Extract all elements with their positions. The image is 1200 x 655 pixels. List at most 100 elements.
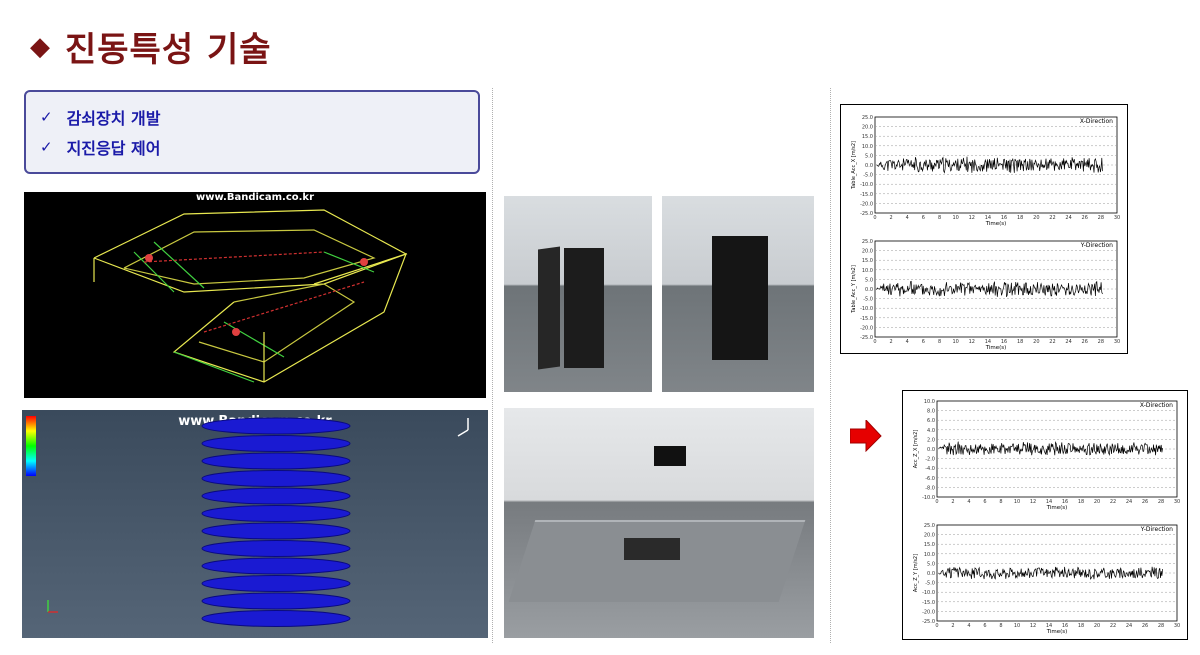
x-tick-label: 8 (938, 339, 941, 345)
shake-table-photo-platform (504, 408, 814, 638)
y-tick-label: 0.0 (927, 571, 935, 577)
x-tick-label: 18 (1078, 623, 1084, 629)
y-tick-label: -10.0 (860, 182, 873, 188)
chart-title: X-Direction (1080, 118, 1113, 125)
x-tick-label: 4 (967, 499, 970, 505)
x-tick-label: 2 (951, 499, 954, 505)
x-tick-label: 22 (1110, 623, 1116, 629)
y-tick-label: 20.0 (862, 125, 873, 131)
x-tick-label: 6 (922, 339, 925, 345)
series-line (876, 156, 1103, 174)
y-tick-label: 2.0 (927, 437, 935, 443)
x-tick-label: 10 (952, 339, 958, 345)
response-acceleration-charts: 10.0 8.0 6.0 4.0 2.0 0.0 -2.0 -4.0 -6.0 -8.0 -10.0… (902, 390, 1188, 640)
diamond-icon: ◆ (30, 31, 51, 62)
table-acceleration-charts: 25.0 20.0 15.0 10.0 5.0 0.0 -5.0 -10.0 -15.0 -20.… (840, 104, 1128, 354)
wireframe-model-image: www.Bandicam.co.kr (24, 192, 486, 398)
y-tick-label: 5.0 (865, 277, 873, 283)
y-axis-label: Table_Acc_X [m/s2] (851, 141, 857, 190)
x-tick-label: 12 (1030, 623, 1036, 629)
y-tick-label: -10.0 (922, 590, 935, 596)
y-tick-label: -25.0 (922, 619, 935, 625)
spring-coil-turn (201, 435, 351, 452)
x-tick-label: 24 (1065, 215, 1071, 221)
x-tick-label: 26 (1082, 215, 1088, 221)
page-title-text: 진동특성 기술 (65, 30, 272, 70)
x-tick-label: 26 (1082, 339, 1088, 345)
x-tick-label: 18 (1017, 215, 1023, 221)
x-tick-label: 20 (1033, 339, 1039, 345)
y-tick-label: -20.0 (860, 325, 873, 331)
spring-coil-turn (201, 557, 351, 575)
response-acceleration-plots: 10.0 8.0 6.0 4.0 2.0 0.0 -2.0 -4.0 -6.0 -8.0 -10.0… (913, 399, 1180, 635)
x-tick-label: 4 (967, 623, 970, 629)
x-tick-label: 26 (1142, 499, 1148, 505)
y-tick-label: -15.0 (860, 316, 873, 322)
chart-title: X-Direction (1140, 402, 1173, 409)
spring-coil-turn (201, 610, 351, 627)
spring-coil-turn (201, 452, 351, 470)
y-tick-label: -20.0 (922, 609, 935, 615)
y-tick-label: 4.0 (927, 428, 935, 434)
shake-table-photo-front (504, 196, 652, 392)
x-axis-label: Time(s) (985, 345, 1007, 351)
y-tick-label: -8.0 (925, 485, 935, 491)
y-tick-label: -25.0 (860, 335, 873, 341)
x-tick-label: 24 (1126, 623, 1132, 629)
series-line (938, 566, 1163, 580)
y-tick-label: 0.0 (865, 287, 873, 293)
x-tick-label: 4 (906, 339, 909, 345)
y-tick-label: -10.0 (922, 495, 935, 501)
y-tick-label: -15.0 (922, 600, 935, 606)
x-axis-label: Time(s) (1046, 629, 1068, 635)
series-line (938, 441, 1163, 456)
y-tick-label: -5.0 (925, 581, 935, 587)
x-tick-label: 18 (1017, 339, 1023, 345)
x-tick-label: 0 (873, 215, 876, 221)
column-divider (830, 88, 831, 643)
x-tick-label: 0 (935, 623, 938, 629)
y-tick-label: 25.0 (924, 523, 935, 529)
arrow-right-icon (850, 420, 882, 452)
chart-title: Y-Direction (1140, 526, 1173, 533)
x-tick-label: 2 (890, 339, 893, 345)
x-tick-label: 10 (1014, 499, 1020, 505)
x-axis-label: Time(s) (1046, 505, 1068, 511)
x-tick-label: 30 (1114, 339, 1120, 345)
chart: 25.0 20.0 15.0 10.0 5.0 0.0 -5.0 -10.0 -15.0 -20.… (913, 523, 1180, 635)
column-divider (492, 88, 493, 643)
check-icon: ✓ (40, 108, 53, 126)
x-tick-label: 26 (1142, 623, 1148, 629)
x-tick-label: 20 (1033, 215, 1039, 221)
x-tick-label: 2 (951, 623, 954, 629)
y-tick-label: -25.0 (860, 211, 873, 217)
x-tick-label: 28 (1098, 339, 1104, 345)
x-tick-label: 30 (1174, 623, 1180, 629)
x-tick-label: 6 (983, 499, 986, 505)
x-tick-label: 6 (922, 215, 925, 221)
y-tick-label: 6.0 (927, 418, 935, 424)
check-icon: ✓ (40, 138, 53, 156)
x-tick-label: 0 (935, 499, 938, 505)
x-tick-label: 2 (890, 215, 893, 221)
feature-label: 지진응답 제어 (66, 139, 161, 158)
table-acceleration-plots: 25.020.015.010.05.00.0-5.0-10.0-15.0-20.… (851, 115, 1120, 351)
y-tick-label: 8.0 (927, 409, 935, 415)
y-axis-label: Table_Acc_Y [m/s2] (851, 265, 857, 314)
x-tick-label: 6 (983, 623, 986, 629)
y-tick-label: 10.0 (924, 552, 935, 558)
y-tick-label: -6.0 (925, 476, 935, 482)
x-tick-label: 20 (1094, 499, 1100, 505)
x-tick-label: 28 (1098, 215, 1104, 221)
x-tick-label: 12 (969, 339, 975, 345)
y-tick-label: -5.0 (863, 297, 873, 303)
feature-label: 감쇠장치 개발 (66, 109, 161, 128)
y-tick-label: 10.0 (924, 399, 935, 405)
x-tick-label: 20 (1094, 623, 1100, 629)
x-tick-label: 18 (1078, 499, 1084, 505)
y-tick-label: 0.0 (865, 163, 873, 169)
y-tick-label: -20.0 (860, 201, 873, 207)
y-tick-label: 20.0 (862, 249, 873, 255)
feature-item: ✓ 감쇠장치 개발 (40, 102, 464, 132)
y-tick-label: -15.0 (860, 192, 873, 198)
